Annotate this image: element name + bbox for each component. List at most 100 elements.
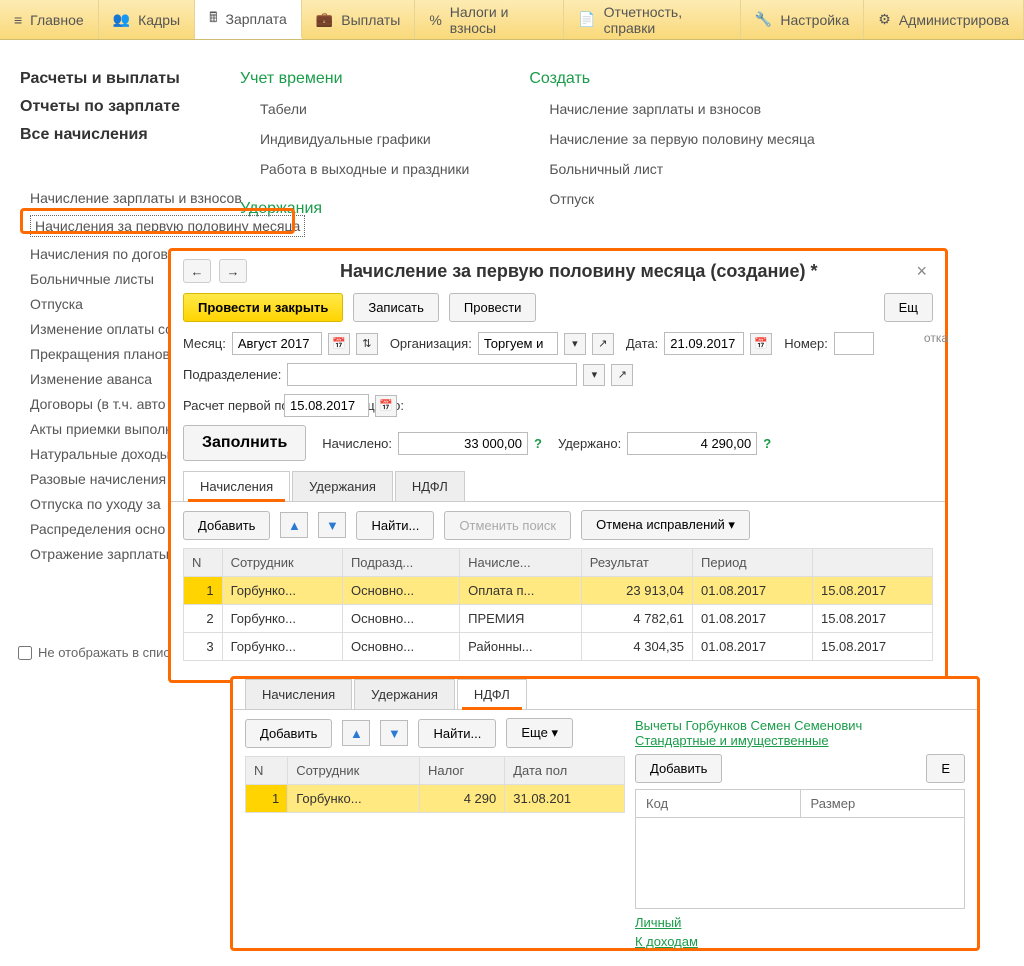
section-calc[interactable]: Расчеты и выплаты [20,70,180,88]
col-header[interactable]: N [184,549,223,577]
topbar-Выплаты[interactable]: 💼Выплаты [302,0,416,39]
personal-link[interactable]: Личный [635,915,965,930]
nav-back-button[interactable]: ← [183,259,211,283]
post-button[interactable]: Провести [449,293,537,322]
add-row-button[interactable]: Добавить [183,511,270,540]
tab-Начисления[interactable]: Начисления [183,471,290,501]
find-button-2[interactable]: Найти... [418,719,496,748]
topbar-Налоги и взносы[interactable]: %Налоги и взносы [415,0,564,39]
table-row[interactable]: 1Горбунко...Основно...Оплата п...23 913,… [184,577,933,605]
dept-label: Подразделение: [183,367,281,382]
hide-in-list-checkbox[interactable] [18,646,32,660]
topbar-Главное[interactable]: ≡Главное [0,0,99,39]
menu-link[interactable]: Индивидуальные графики [260,128,469,150]
dept-open-icon[interactable]: ↗ [611,364,633,386]
wrench-icon: 🔧 [755,11,772,28]
org-label: Организация: [390,336,472,351]
tab-Начисления[interactable]: Начисления [245,679,352,709]
ndfl-table[interactable]: NСотрудникНалогДата пол 1Горбунко...4 29… [245,756,625,813]
col-header[interactable]: Налог [419,757,504,785]
move-up-button-2[interactable]: ▲ [342,720,370,746]
org-dropdown-icon[interactable]: ▾ [564,333,586,355]
gear-icon: ⚙ [878,11,891,28]
add-row-button-2[interactable]: Добавить [245,719,332,748]
withheld-help-icon[interactable]: ? [763,436,771,451]
menu-link[interactable]: Табели [260,98,469,120]
side-label: отка [924,331,948,345]
menu-link[interactable]: Отпуск [549,188,815,210]
move-up-button[interactable]: ▲ [280,512,308,538]
calendar-icon[interactable]: 📅 [328,333,350,355]
more-deduction-button[interactable]: Е [926,754,965,783]
topbar-Зарплата[interactable]: 🖩Зарплата [195,0,302,39]
save-button[interactable]: Записать [353,293,439,322]
move-down-button[interactable]: ▼ [318,512,346,538]
document-window: ← → Начисление за первую половину месяца… [168,248,948,683]
menu-link[interactable]: Больничный лист [549,158,815,180]
calc-icon: 🖩 [209,7,217,31]
calc-until-input[interactable] [284,394,369,417]
find-button[interactable]: Найти... [356,511,434,540]
col-header[interactable]: Сотрудник [288,757,420,785]
tabs-row: НачисленияУдержанияНДФЛ [171,471,945,502]
dept-input[interactable] [287,363,577,386]
col-header[interactable]: Период [693,549,813,577]
org-open-icon[interactable]: ↗ [592,333,614,355]
post-and-close-button[interactable]: Провести и закрыть [183,293,343,322]
menu-link[interactable]: Начисление зарплаты и взносов [549,98,815,120]
topbar-Настройка[interactable]: 🔧Настройка [741,0,864,39]
col-header[interactable] [812,549,932,577]
tab-Удержания[interactable]: Удержания [354,679,455,709]
date-calendar-icon[interactable]: 📅 [750,333,772,355]
month-spinner[interactable]: ⇅ [356,333,378,355]
wallet-icon: 💼 [316,11,333,28]
withheld-label: Удержано: [558,436,621,451]
income-link[interactable]: К доходам [635,934,965,949]
accrued-help-icon[interactable]: ? [534,436,542,451]
fill-button[interactable]: Заполнить [183,425,306,461]
section-create: Создать [529,70,815,88]
section-reports[interactable]: Отчеты по зарплате [20,98,180,116]
table-row[interactable]: 3Горбунко...Основно...Районны...4 304,35… [184,633,933,661]
col-header[interactable]: Результат [581,549,692,577]
tab-Удержания[interactable]: Удержания [292,471,393,501]
col-header[interactable]: N [246,757,288,785]
topbar-Отчетность, справки[interactable]: 📄Отчетность, справки [564,0,741,39]
hide-in-list-label: Не отображать в списк [38,645,176,660]
topbar-Кадры[interactable]: 👥Кадры [99,0,195,39]
add-deduction-button[interactable]: Добавить [635,754,722,783]
standard-link[interactable]: Стандартные и имущественные [635,733,965,748]
section-time: Учет времени [240,70,469,88]
table-row[interactable]: 2Горбунко...Основно...ПРЕМИЯ4 782,6101.0… [184,605,933,633]
journal-item[interactable]: Начисление зарплаты и взносов [30,190,305,206]
col-header[interactable]: Дата пол [505,757,625,785]
topbar-Администрирова[interactable]: ⚙Администрирова [864,0,1024,39]
cancel-search-button[interactable]: Отменить поиск [444,511,571,540]
section-all-accruals[interactable]: Все начисления [20,126,180,144]
col-header[interactable]: Начисле... [460,549,582,577]
more-button-2[interactable]: Еще ▾ [506,718,573,748]
date-input[interactable] [664,332,744,355]
nav-forward-button[interactable]: → [219,259,247,283]
org-input[interactable] [478,332,558,355]
more-button[interactable]: Ещ [884,293,933,322]
table-row[interactable]: 1Горбунко...4 29031.08.201 [246,785,625,813]
menu-link[interactable]: Начисление за первую половину месяца [549,128,815,150]
window-title: Начисление за первую половину месяца (со… [255,261,902,282]
dept-dropdown-icon[interactable]: ▾ [583,364,605,386]
doc-icon: 📄 [578,11,595,28]
month-input[interactable] [232,332,322,355]
tab-НДФЛ[interactable]: НДФЛ [395,471,465,501]
journal-item[interactable]: Начисления за первую половину месяца [30,215,305,237]
close-icon[interactable]: × [910,261,933,282]
accruals-table[interactable]: NСотрудникПодразд...Начисле...РезультатП… [183,548,933,661]
move-down-button-2[interactable]: ▼ [380,720,408,746]
calc-calendar-icon[interactable]: 📅 [375,395,397,417]
menu-link[interactable]: Работа в выходные и праздники [260,158,469,180]
number-input[interactable] [834,332,874,355]
col-header[interactable]: Подразд... [342,549,459,577]
withheld-value [627,432,757,455]
cancel-fixes-button[interactable]: Отмена исправлений ▾ [581,510,750,540]
tab-НДФЛ[interactable]: НДФЛ [457,679,527,709]
col-header[interactable]: Сотрудник [222,549,342,577]
